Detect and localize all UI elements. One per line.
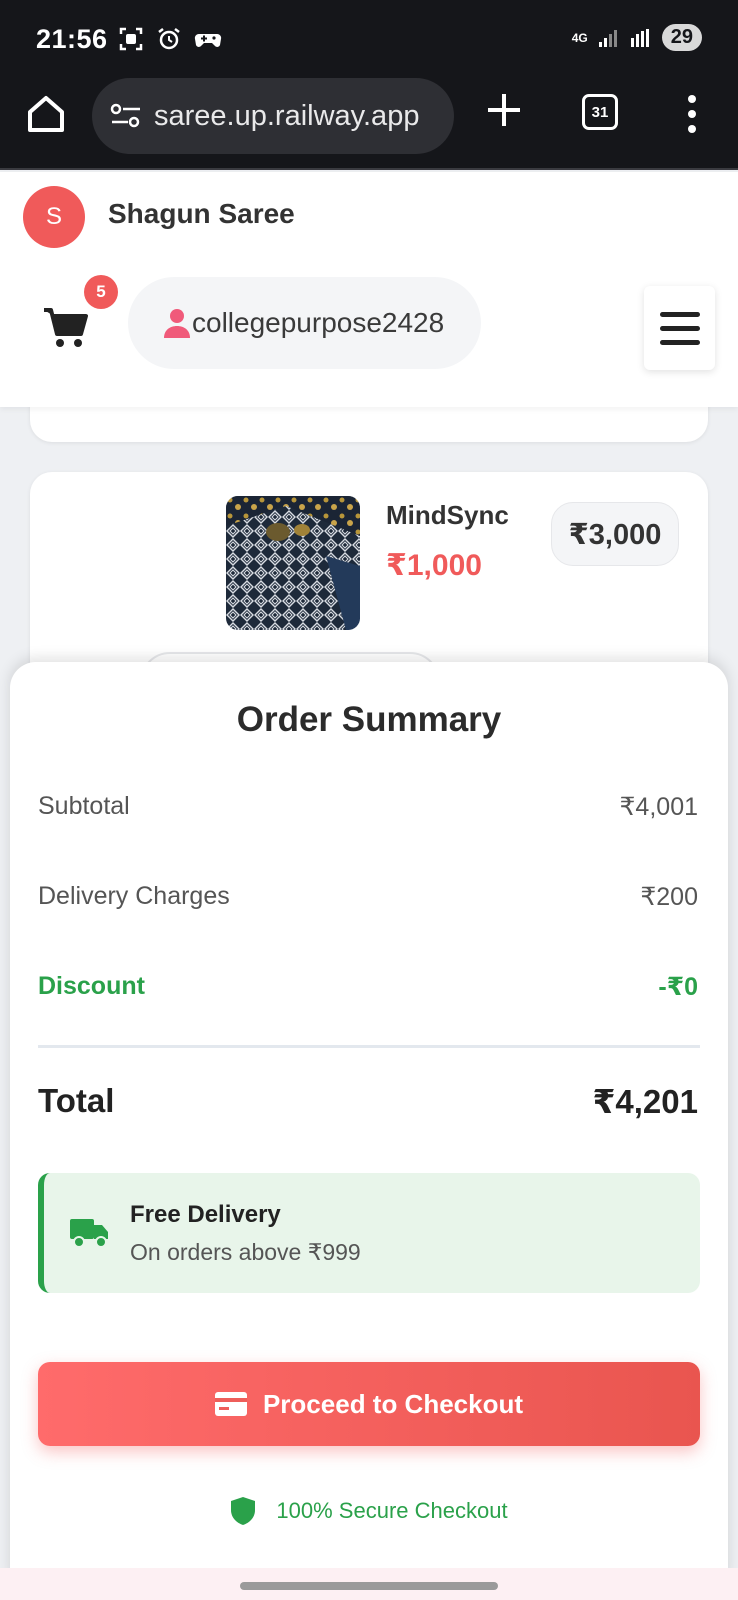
free-delivery-notice: Free Delivery On orders above ₹999 <box>38 1173 700 1293</box>
signal-icon <box>598 29 617 47</box>
total-row: Total ₹4,201 <box>38 1082 698 1121</box>
product-price: ₹1,000 <box>386 549 482 582</box>
more-options-icon[interactable] <box>684 92 700 136</box>
status-bar: 21:56 4G 29 <box>0 0 738 78</box>
discount-row: Discount -₹0 <box>38 972 698 1002</box>
new-tab-icon[interactable] <box>484 90 524 130</box>
alarm-icon <box>156 26 182 52</box>
item-total: ₹3,000 <box>551 502 679 566</box>
subtotal-row: Subtotal ₹4,001 <box>38 792 698 822</box>
cart-count-badge: 5 <box>84 275 118 309</box>
order-summary-title: Order Summary <box>236 700 502 739</box>
delivery-charges-row: Delivery Charges ₹200 <box>38 882 698 912</box>
clock: 21:56 <box>36 24 108 54</box>
site-header: S Shagun Saree 5 collegepurpose2428 <box>0 172 738 407</box>
brand-name[interactable]: Shagun Saree <box>108 198 295 230</box>
product-name[interactable]: MindSync <box>386 500 509 531</box>
free-delivery-subtitle: On orders above ₹999 <box>130 1239 361 1265</box>
user-icon <box>164 309 190 338</box>
screenshot-icon <box>118 26 144 52</box>
url-text[interactable]: saree.up.railway.app <box>154 100 419 133</box>
proceed-to-checkout-button[interactable]: Proceed to Checkout <box>38 1362 700 1446</box>
browser-toolbar: saree.up.railway.app 31 <box>0 78 738 170</box>
username-label: collegepurpose2428 <box>192 307 445 338</box>
subtotal-label: Subtotal <box>38 792 130 820</box>
discount-label: Discount <box>38 972 145 1000</box>
summary-divider <box>38 1045 700 1048</box>
total-value: ₹4,201 <box>592 1083 698 1120</box>
cart-icon[interactable] <box>42 306 90 350</box>
discount-value: -₹0 <box>658 973 698 1001</box>
checkout-button-label: Proceed to Checkout <box>262 1388 524 1419</box>
gesture-bar-area <box>0 1568 738 1600</box>
game-controller-icon <box>194 26 222 52</box>
network-type: 4G <box>571 30 588 45</box>
delivery-charges-value: ₹200 <box>640 883 698 911</box>
site-logo[interactable]: S <box>23 186 85 248</box>
home-gesture-bar[interactable] <box>240 1582 498 1590</box>
battery-indicator: 29 <box>661 24 702 51</box>
credit-card-icon <box>214 1392 247 1416</box>
product-image[interactable] <box>226 496 360 630</box>
delivery-charges-label: Delivery Charges <box>38 882 230 910</box>
user-account-button[interactable]: collegepurpose2428 <box>128 277 481 369</box>
shield-icon <box>231 1497 256 1525</box>
address-bar[interactable]: saree.up.railway.app <box>92 78 454 154</box>
tab-switcher-button[interactable]: 31 <box>582 94 618 130</box>
secure-checkout-note: 100% Secure Checkout <box>0 1496 738 1526</box>
signal-roaming-icon <box>630 28 649 47</box>
secure-checkout-text: 100% Secure Checkout <box>276 1498 508 1523</box>
site-settings-icon[interactable] <box>110 102 142 130</box>
hamburger-menu-button[interactable] <box>644 286 715 370</box>
total-label: Total <box>38 1082 115 1119</box>
truck-icon <box>70 1219 108 1248</box>
free-delivery-title: Free Delivery <box>130 1201 281 1228</box>
subtotal-value: ₹4,001 <box>619 793 698 821</box>
home-icon[interactable] <box>24 92 68 136</box>
